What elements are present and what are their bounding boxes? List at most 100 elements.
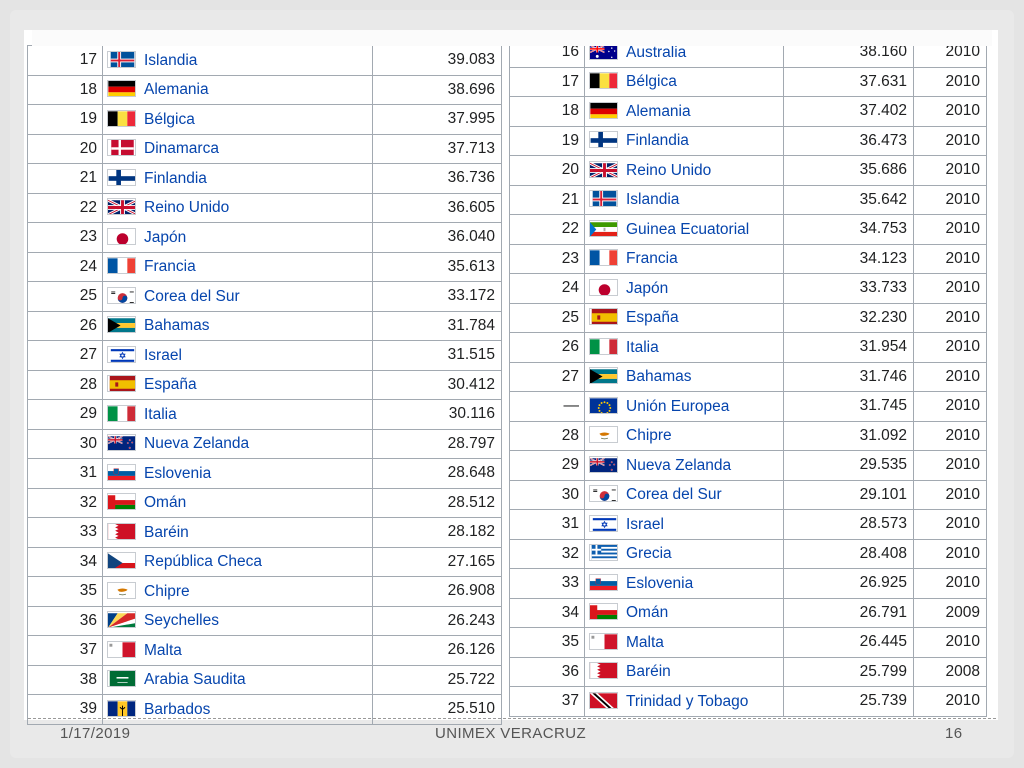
country-cell: Israel [584, 509, 784, 540]
country-link[interactable]: Eslovenia [626, 575, 693, 592]
country-link[interactable]: Japón [626, 280, 668, 297]
table-row: 29 Nueva Zelanda 29.535 2010 [509, 450, 987, 481]
country-link[interactable]: Islandia [144, 52, 197, 69]
country-link[interactable]: Omán [144, 494, 186, 511]
country-cell: Japón [102, 222, 373, 253]
rank-cell: 23 [27, 222, 103, 253]
country-link[interactable]: Bélgica [626, 73, 677, 90]
country-link[interactable]: Baréin [144, 524, 189, 541]
country-link[interactable]: Australia [626, 44, 686, 61]
country-cell: Francia [102, 251, 373, 282]
country-link[interactable]: Alemania [144, 81, 209, 98]
country-link[interactable]: Francia [626, 250, 678, 267]
country-link[interactable]: Eslovenia [144, 465, 211, 482]
country-link[interactable]: Italia [626, 339, 659, 356]
country-link[interactable]: Arabia Saudita [144, 671, 246, 688]
country-link[interactable]: Reino Unido [626, 162, 711, 179]
country-cell: España [102, 369, 373, 400]
country-link[interactable]: Bahamas [626, 368, 691, 385]
rank-cell: 35 [27, 576, 103, 607]
country-link[interactable]: Chipre [144, 583, 190, 600]
country-link[interactable]: Malta [144, 642, 182, 659]
footer-page-number: 16 [945, 725, 963, 742]
country-cell: Bélgica [102, 104, 373, 135]
table-row: 18 Alemania 37.402 2010 [509, 96, 987, 127]
country-link[interactable]: Nueva Zelanda [144, 435, 249, 452]
country-link[interactable]: Barbados [144, 701, 210, 718]
country-link[interactable]: Finlandia [144, 170, 207, 187]
country-link[interactable]: Reino Unido [144, 199, 229, 216]
country-cell: Guinea Ecuatorial [584, 214, 784, 245]
flag-uk-icon [107, 198, 136, 216]
country-link[interactable]: Guinea Ecuatorial [626, 221, 749, 238]
year-cell: 2010 [913, 302, 987, 333]
country-link[interactable]: Bahamas [144, 317, 209, 334]
country-cell: Bélgica [584, 66, 784, 97]
country-link[interactable]: Omán [626, 604, 668, 621]
rank-cell: 20 [27, 133, 103, 164]
flag-bahrain-icon [107, 522, 136, 540]
rank-cell: 37 [27, 635, 103, 666]
country-link[interactable]: Bélgica [144, 111, 195, 128]
rank-cell: 17 [509, 66, 585, 97]
table-row: 20 Reino Unido 35.686 2010 [509, 155, 987, 186]
country-link[interactable]: Unión Europea [626, 398, 729, 415]
country-cell: Reino Unido [102, 192, 373, 223]
country-link[interactable]: República Checa [144, 553, 262, 570]
country-link[interactable]: Seychelles [144, 612, 219, 629]
table-row: 20 Dinamarca 37.713 [27, 133, 502, 164]
country-link[interactable]: Israel [144, 347, 182, 364]
value-cell: 36.473 [783, 125, 914, 156]
country-link[interactable]: Trinidad y Tobago [626, 693, 748, 710]
value-cell: 26.126 [372, 635, 502, 666]
country-link[interactable]: Malta [626, 634, 664, 651]
country-link[interactable]: Grecia [626, 545, 672, 562]
table-row: 30 Nueva Zelanda 28.797 [27, 428, 502, 459]
country-cell: Eslovenia [102, 458, 373, 489]
country-link[interactable]: Israel [626, 516, 664, 533]
country-link[interactable]: España [626, 309, 679, 326]
year-cell: 2010 [913, 125, 987, 156]
country-cell: Nueva Zelanda [584, 450, 784, 481]
year-cell: 2010 [913, 686, 987, 717]
country-link[interactable]: Baréin [626, 663, 671, 680]
flag-uk-icon [589, 160, 618, 178]
country-link[interactable]: Alemania [626, 103, 691, 120]
country-link[interactable]: Italia [144, 406, 177, 423]
table-row: 37 Malta 26.126 [27, 635, 502, 666]
rank-cell: 36 [509, 656, 585, 687]
value-cell: 31.515 [372, 340, 502, 371]
rank-cell: 34 [27, 546, 103, 577]
flag-south-korea-icon [107, 286, 136, 304]
value-cell: 26.445 [783, 627, 914, 658]
country-link[interactable]: Dinamarca [144, 140, 219, 157]
country-link[interactable]: Corea del Sur [144, 288, 240, 305]
country-link[interactable]: Islandia [626, 191, 679, 208]
country-link[interactable]: Francia [144, 258, 196, 275]
table-row: 28 España 30.412 [27, 369, 502, 400]
flag-iceland-icon [589, 190, 618, 208]
value-cell: 31.745 [783, 391, 914, 422]
value-cell: 28.648 [372, 458, 502, 489]
value-cell: 25.739 [783, 686, 914, 717]
rank-cell: 35 [509, 627, 585, 658]
country-link[interactable]: Chipre [626, 427, 672, 444]
year-cell: 2010 [913, 627, 987, 658]
rank-cell: 32 [27, 487, 103, 518]
table-row: 24 Japón 33.733 2010 [509, 273, 987, 304]
rank-cell: 29 [509, 450, 585, 481]
table-row: 25 España 32.230 2010 [509, 302, 987, 333]
rank-cell: 32 [509, 538, 585, 569]
country-link[interactable]: Finlandia [626, 132, 689, 149]
year-cell: 2010 [913, 214, 987, 245]
country-cell: Bahamas [102, 310, 373, 341]
country-cell: Italia [584, 332, 784, 363]
country-link[interactable]: España [144, 376, 197, 393]
value-cell: 37.995 [372, 104, 502, 135]
flag-malta-icon [107, 640, 136, 658]
table-row: 37 Trinidad y Tobago 25.739 2010 [509, 686, 987, 717]
country-link[interactable]: Japón [144, 229, 186, 246]
table-row: 25 Corea del Sur 33.172 [27, 281, 502, 312]
country-link[interactable]: Corea del Sur [626, 486, 722, 503]
country-link[interactable]: Nueva Zelanda [626, 457, 731, 474]
